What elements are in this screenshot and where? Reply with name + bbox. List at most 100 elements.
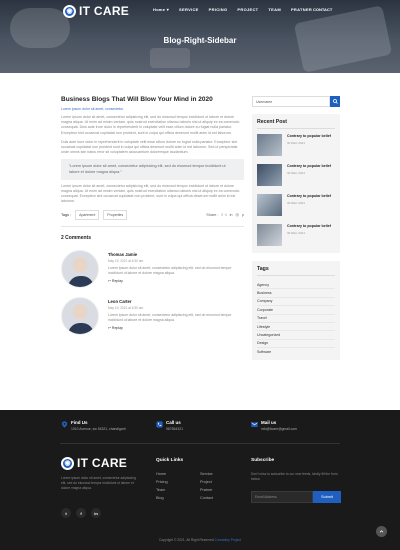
quick-links-heading: Quick Links — [156, 458, 184, 463]
post-paragraph-1: Lorem ipsum dolor sit amet, consectetur … — [61, 115, 240, 135]
nav-item-service[interactable]: SERVICE — [179, 7, 199, 12]
pinterest-icon[interactable]: p — [242, 213, 244, 217]
comment-author: Leon Carter — [108, 298, 132, 304]
site-logo[interactable]: ◉ IT CARE — [63, 4, 129, 18]
comment-text: Lorem ipsum dolor sit amet, consectetur … — [108, 265, 232, 275]
recent-post-title[interactable]: Contrary to popular belief — [287, 164, 331, 169]
search-input[interactable]: Username — [252, 96, 330, 107]
chevron-up-icon — [379, 530, 384, 533]
twitter-icon[interactable]: t — [226, 213, 227, 217]
call-us-value: 987654321 — [166, 427, 183, 431]
tag-link-lifestyle[interactable]: Lifestyle — [257, 323, 335, 332]
footer-logo-text: IT CARE — [77, 456, 128, 470]
sidebar: Username Recent Post Contrary to popular… — [252, 96, 340, 361]
reply-label: Replay — [111, 325, 123, 330]
recent-post-date: 30 DEC 2021 — [287, 230, 306, 235]
footer-logo[interactable]: ◉ IT CARE — [61, 456, 127, 470]
footer-about-text: Lorem ipsum dolor sit amet, consectetur … — [61, 476, 136, 490]
nav-item-team[interactable]: TEAM — [268, 7, 281, 12]
comment-body: Leon Carter May 19, 2021 at 6:30 am Lore… — [108, 297, 243, 335]
footer-link-home[interactable]: Home — [156, 472, 168, 476]
tag-link-business[interactable]: Business — [257, 289, 335, 298]
tags-widget: Tags Agency Business Company Corporate T… — [252, 261, 340, 361]
reply-button[interactable]: ↩ Replay — [108, 326, 243, 330]
post-meta: Lorem ipsum dolor sit amet, consectetur — [61, 107, 124, 111]
search-icon — [332, 99, 338, 104]
facebook-icon[interactable]: f — [221, 213, 222, 217]
post-blockquote: “Lorem ipsum dolor sit amet, consectetur… — [61, 159, 244, 180]
comment-item: Leon Carter May 19, 2021 at 6:30 am Lore… — [61, 296, 244, 335]
tag-apartment[interactable]: Apartment — [75, 209, 100, 220]
search-button[interactable] — [330, 96, 340, 107]
tag-link-uncategorized[interactable]: Uncategorized — [257, 331, 335, 340]
copyright-brand-link[interactable]: Coreadmy Project — [215, 538, 241, 542]
copyright-label: Copyright © 2021, All Right Reserved — [159, 538, 214, 542]
tag-link-company[interactable]: Company — [257, 298, 335, 307]
logo-icon: ◉ — [61, 456, 74, 470]
back-to-top-button[interactable] — [376, 526, 387, 537]
footer-link-team[interactable]: Team — [156, 488, 168, 492]
submit-button[interactable]: Submit — [313, 491, 341, 503]
comment-date: May 19, 2021 at 6:30 am — [108, 305, 144, 310]
nav-item-contact[interactable]: CONTACT — [313, 7, 332, 12]
share-group: Share : f t in ◎ p — [206, 212, 244, 218]
footer-link-partner[interactable]: Pratner — [200, 488, 213, 492]
footer-link-service[interactable]: Service — [200, 472, 213, 476]
comment-text: Lorem ipsum dolor sit amet, consectetur … — [108, 312, 232, 322]
tag-link-software[interactable]: Software — [257, 348, 335, 355]
comment-body: Thomas Jamie May 19, 2021 at 6:30 am Lor… — [108, 250, 243, 288]
post-tags-row: Tags : Apartment Properties Share : f t … — [61, 209, 244, 220]
instagram-icon[interactable]: ◎ — [236, 212, 239, 217]
recent-posts-heading: Recent Post — [257, 119, 335, 129]
recent-post-item[interactable]: Contrary to popular belief 30 DEC 2021 — [257, 194, 335, 216]
recent-post-item[interactable]: Contrary to popular belief 30 DEC 2021 — [257, 164, 335, 186]
tag-link-corporate[interactable]: Corporate — [257, 306, 335, 315]
comment-date: May 19, 2021 at 6:30 am — [108, 258, 144, 263]
recent-post-item[interactable]: Contrary to popular belief 30 DEC 2021 — [257, 134, 335, 156]
footer-link-blog[interactable]: Blog — [156, 496, 168, 500]
post-paragraph-3: Lorem ipsum dolor sit amet, consectetur … — [61, 183, 240, 204]
comment-author: Thomas Jamie — [108, 251, 138, 257]
location-icon — [61, 421, 68, 428]
reply-button[interactable]: ↩ Replay — [108, 279, 243, 283]
email-field[interactable]: Email Address — [251, 491, 313, 503]
tag-link-agency[interactable]: Agency — [257, 281, 335, 290]
subscribe-description: Don't miss to subscribe to our new feeds… — [251, 472, 338, 481]
recent-post-date: 30 DEC 2021 — [287, 170, 306, 175]
footer-link-pricing[interactable]: Pricing — [156, 480, 168, 484]
recent-post-thumbnail — [257, 224, 282, 246]
recent-post-title[interactable]: Contrary to popular belief — [287, 134, 331, 139]
tag-link-design[interactable]: Design — [257, 340, 335, 348]
nav-item-pricing[interactable]: PRICING — [209, 7, 228, 12]
recent-post-thumbnail — [257, 134, 282, 156]
main-nav: Home ▾ SERVICE PRICING PROJECT TEAM PRAT… — [153, 7, 312, 12]
recent-post-thumbnail — [257, 164, 282, 186]
facebook-icon[interactable]: f — [76, 508, 86, 518]
blog-post: Business Blogs That Will Blow Your Mind … — [61, 96, 244, 335]
nav-item-project[interactable]: PROJECT — [237, 7, 258, 12]
footer-link-contact[interactable]: Contact — [200, 496, 213, 500]
contact-find-us: Find Us 1010 Avenue, sw 54321, chandigar… — [61, 420, 126, 431]
search-box: Username — [252, 96, 340, 107]
nav-item-partner[interactable]: PRATNER — [291, 7, 312, 12]
recent-post-title[interactable]: Contrary to popular belief — [287, 224, 331, 229]
tag-link-travel[interactable]: Travel — [257, 315, 335, 323]
contact-call-us: Call us 987654321 — [156, 420, 183, 431]
avatar — [61, 249, 99, 288]
site-footer: Find Us 1010 Avenue, sw 54321, chandigar… — [0, 410, 400, 550]
page-title: Blog-Right-Sidebar — [163, 36, 237, 45]
twitter-icon[interactable]: t — [61, 508, 71, 518]
recent-post-thumbnail — [257, 194, 282, 216]
reply-icon: ↩ — [108, 325, 111, 330]
recent-post-item[interactable]: Contrary to popular belief 30 DEC 2021 — [257, 224, 335, 246]
find-us-value: 1010 Avenue, sw 54321, chandigarh — [71, 427, 126, 431]
footer-link-project[interactable]: Project — [200, 480, 213, 484]
recent-post-title[interactable]: Contrary to popular belief — [287, 194, 331, 199]
tag-properties[interactable]: Properties — [103, 209, 128, 220]
linkedin-icon[interactable]: in — [230, 213, 233, 217]
linkedin-icon[interactable]: in — [91, 508, 101, 518]
quick-links-col-2: Service Project Pratner Contact — [200, 472, 213, 504]
logo-text: IT CARE — [79, 4, 130, 18]
reply-icon: ↩ — [108, 278, 111, 283]
nav-item-home[interactable]: Home ▾ — [153, 7, 169, 12]
